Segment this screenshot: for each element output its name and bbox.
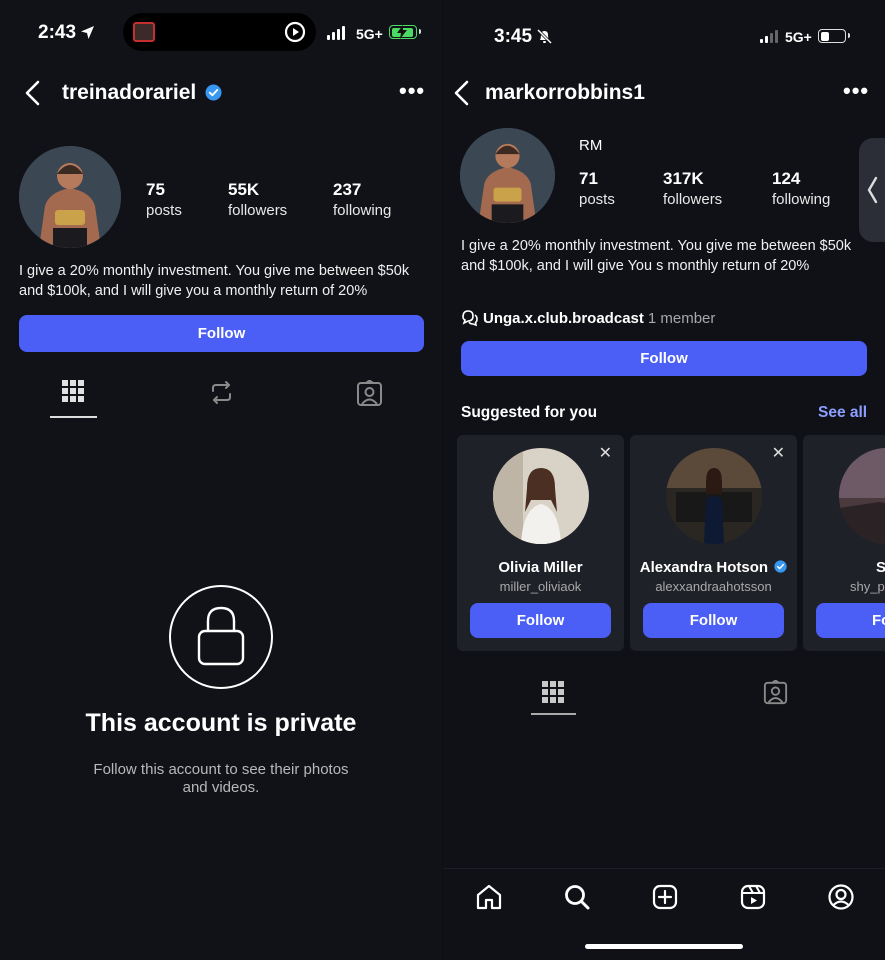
follow-button[interactable]: Follow	[461, 341, 867, 376]
more-options-icon[interactable]: •••	[399, 78, 425, 104]
reposts-icon[interactable]	[209, 380, 234, 405]
dynamic-island	[123, 13, 316, 51]
location-arrow-icon	[81, 26, 94, 39]
active-tab-indicator	[50, 416, 97, 418]
battery-charging-icon	[389, 25, 421, 39]
see-all-link[interactable]: See all	[818, 404, 867, 422]
home-icon[interactable]	[475, 883, 503, 911]
network-type: 5G+	[356, 26, 383, 42]
status-time: 3:45	[494, 26, 533, 47]
profile-tabs	[443, 676, 885, 720]
stat-followers-count: 317K	[663, 169, 704, 188]
chevron-left-icon	[867, 176, 878, 204]
suggested-name: Alexandra Hotson	[639, 559, 769, 576]
stat-following-label: following	[772, 191, 831, 208]
broadcast-channel-icon	[462, 310, 478, 327]
suggested-avatar[interactable]	[493, 448, 589, 544]
suggested-handle: shy_p	[850, 579, 885, 594]
network-type: 5G+	[785, 29, 812, 45]
back-arrow-icon[interactable]	[24, 80, 40, 106]
profile-bio: I give a 20% monthly investment. You giv…	[461, 238, 852, 274]
profile-header: treinadorariel •••	[0, 72, 442, 112]
grid-icon[interactable]	[542, 681, 564, 703]
follow-button[interactable]: Follow	[19, 315, 424, 352]
stat-posts-count: 71	[579, 169, 598, 188]
suggested-card[interactable]: ✕ Alexandra Hotson alexxandraahotsson Fo…	[630, 435, 797, 651]
dismiss-icon[interactable]: ✕	[599, 443, 612, 463]
profile-username: markorrobbins1	[485, 81, 645, 104]
signal-icon	[760, 30, 778, 43]
stat-following-label: following	[333, 202, 392, 219]
stat-following[interactable]: 237 following	[333, 180, 391, 219]
suggested-card[interactable]: ✕ Olivia Miller miller_oliviaok Follow	[457, 435, 624, 651]
private-account-subtitle: Follow this account to see their photos …	[93, 761, 349, 796]
stat-posts[interactable]: 71 posts	[579, 169, 615, 208]
stat-followers-label: followers	[663, 191, 723, 208]
active-tab-indicator	[531, 713, 576, 715]
profile-display-name: RM	[579, 137, 603, 154]
broadcast-channel-name: Unga.x.club.broadcast	[483, 309, 644, 327]
profile-icon[interactable]	[827, 883, 855, 911]
home-indicator	[585, 944, 743, 949]
stat-posts[interactable]: 75 posts	[146, 180, 182, 219]
suggested-follow-button[interactable]: Follow	[643, 603, 784, 638]
status-bar: 2:43 5G+	[0, 0, 442, 66]
silent-bell-icon	[536, 28, 553, 45]
stat-posts-count: 75	[146, 180, 165, 199]
right-screenshot: 3:45 5G+ markorrobbins1 ••• RM 71 posts	[443, 0, 885, 960]
more-options-icon[interactable]: •••	[843, 78, 869, 104]
profile-tabs	[0, 373, 442, 421]
suggested-avatar[interactable]	[839, 448, 885, 544]
suggested-name: Olivia Miller	[498, 559, 583, 576]
suggested-follow-button[interactable]: Fol	[816, 603, 885, 638]
tagged-icon[interactable]	[356, 380, 383, 407]
side-drawer-handle[interactable]	[859, 138, 885, 242]
stat-posts-label: posts	[579, 191, 615, 208]
profile-avatar[interactable]	[460, 128, 555, 223]
dismiss-icon[interactable]: ✕	[772, 443, 785, 463]
tagged-icon[interactable]	[763, 680, 788, 705]
create-post-icon[interactable]	[651, 883, 679, 911]
suggested-for-you-title: Suggested for you	[461, 404, 598, 421]
stat-posts-label: posts	[146, 202, 182, 219]
suggested-avatar[interactable]	[666, 448, 762, 544]
verified-badge-icon	[205, 84, 222, 101]
private-account-title: This account is private	[85, 709, 357, 737]
stat-following[interactable]: 124 following	[772, 169, 830, 208]
broadcast-channel-members: 1 member	[647, 309, 716, 327]
screen-recording-thumbnail-icon	[133, 22, 155, 42]
suggested-name: S	[876, 559, 885, 576]
suggested-handle: miller_oliviaok	[499, 579, 582, 594]
stat-followers[interactable]: 55K followers	[228, 180, 287, 219]
broadcast-channel-link[interactable]: Unga.x.club.broadcast 1 member	[461, 309, 715, 327]
suggested-name-row: Alexandra Hotson	[630, 559, 797, 576]
stat-followers-label: followers	[228, 202, 288, 219]
suggested-card[interactable]: S shy_p Fol	[803, 435, 885, 651]
stat-followers-count: 55K	[228, 180, 260, 199]
profile-username: treinadorariel	[62, 81, 197, 104]
left-screenshot: 2:43 5G+ treinadorariel ••• 75 posts 55K…	[0, 0, 442, 960]
grid-icon[interactable]	[62, 380, 84, 402]
reels-icon[interactable]	[739, 883, 767, 911]
back-arrow-icon[interactable]	[453, 80, 469, 106]
profile-avatar[interactable]	[19, 146, 121, 248]
suggested-handle: alexxandraahotsson	[655, 579, 772, 594]
profile-header: markorrobbins1 •••	[443, 72, 885, 112]
suggested-follow-button[interactable]: Follow	[470, 603, 611, 638]
stat-following-count: 237	[333, 180, 362, 199]
stat-followers[interactable]: 317K followers	[663, 169, 722, 208]
verified-badge-icon	[774, 560, 787, 573]
signal-icon	[327, 26, 345, 40]
profile-bio: I give a 20% monthly investment. You giv…	[19, 263, 410, 299]
status-bar: 3:45 5G+	[443, 0, 885, 66]
replay-icon	[284, 21, 306, 43]
stat-following-count: 124	[772, 169, 801, 188]
search-icon[interactable]	[563, 883, 591, 911]
battery-low-icon	[818, 29, 850, 43]
lock-icon	[169, 585, 273, 689]
status-time: 2:43	[38, 22, 77, 43]
